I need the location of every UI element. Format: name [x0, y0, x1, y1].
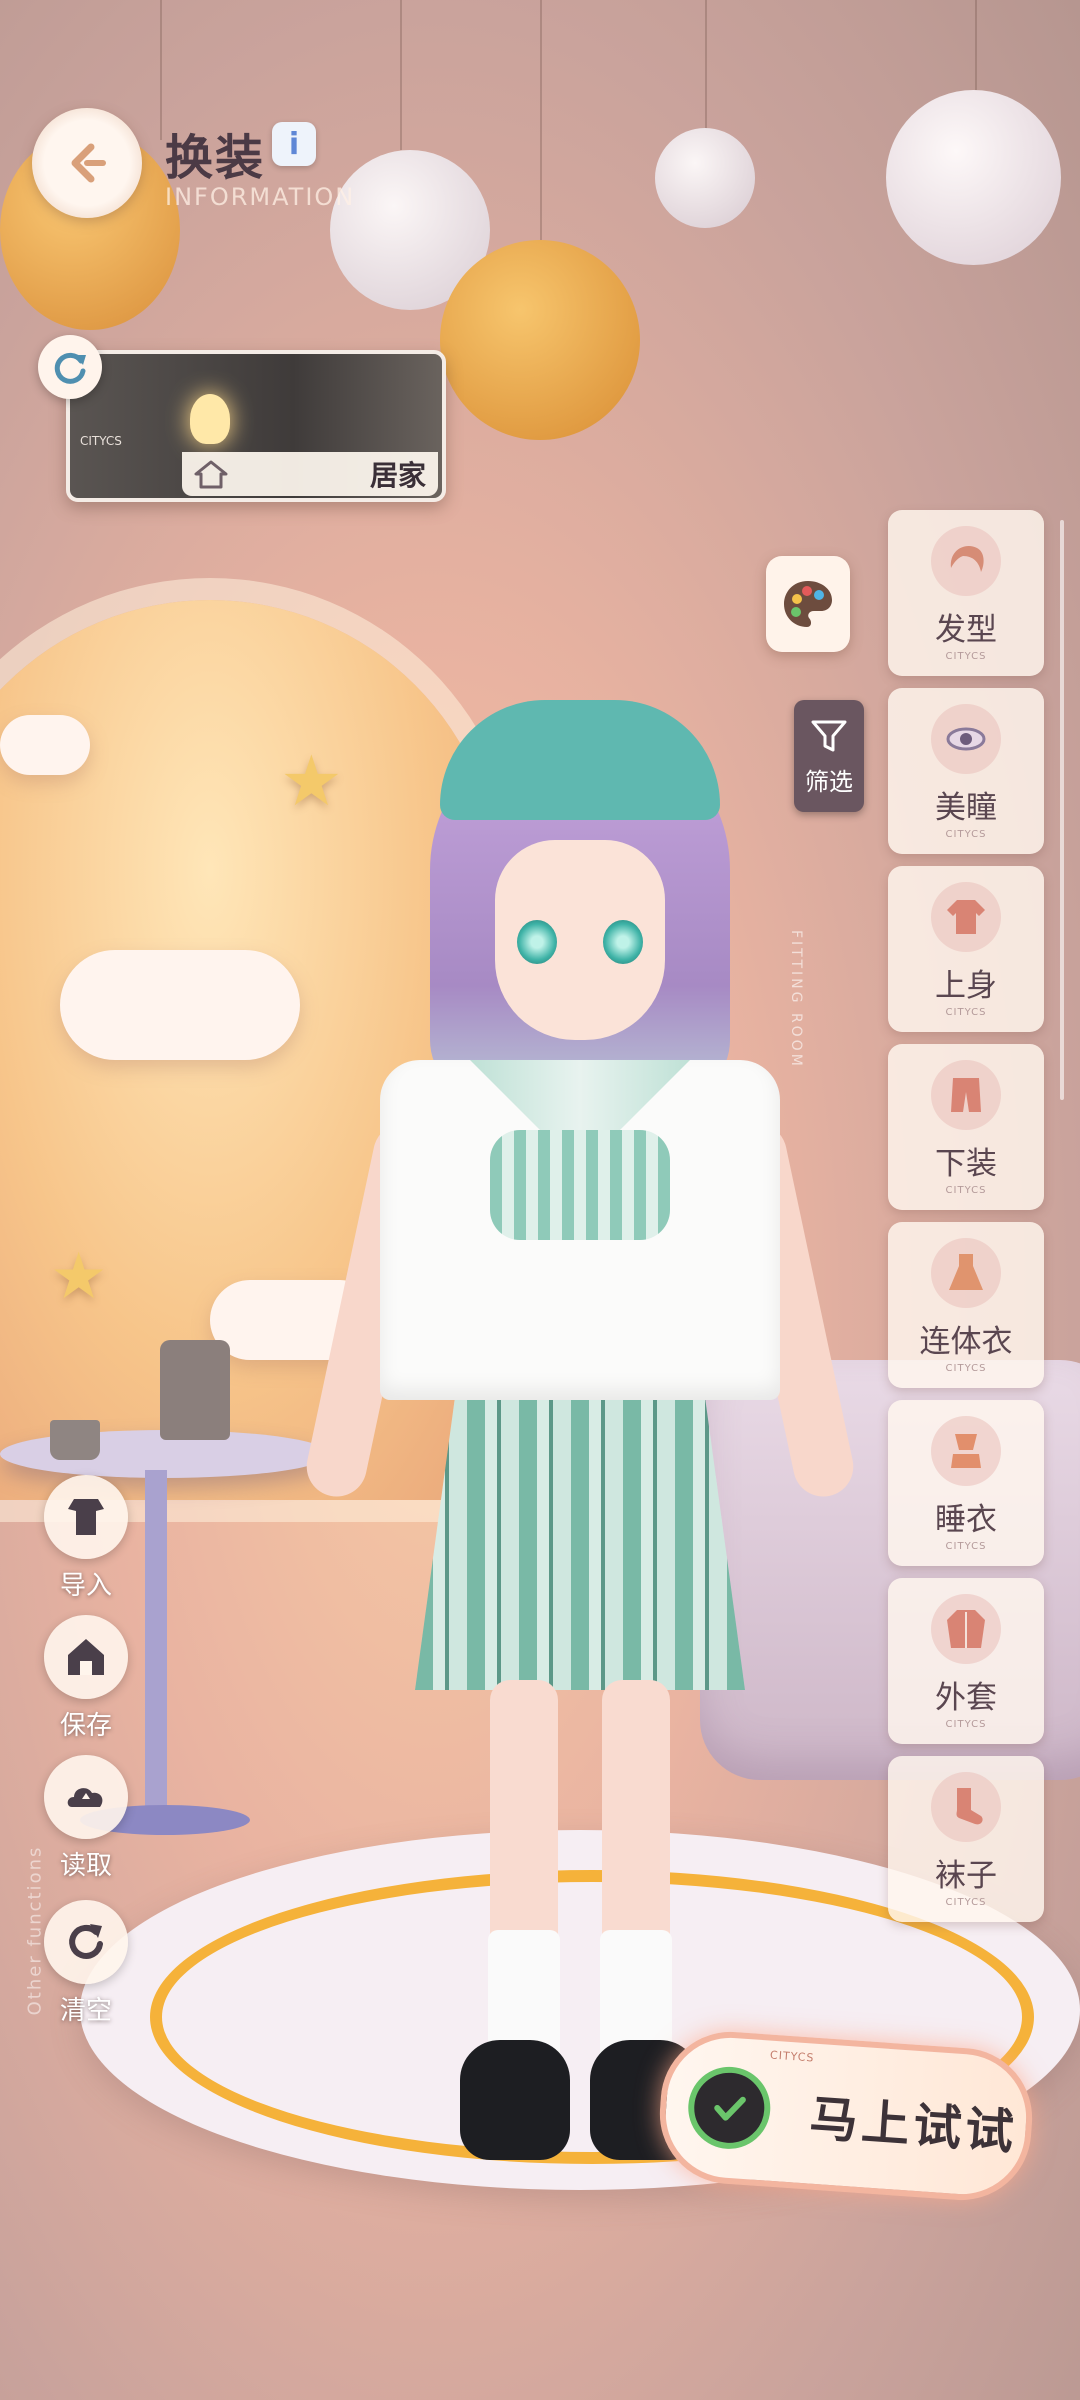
shirt-icon [931, 882, 1001, 952]
side-table-leg [145, 1470, 167, 1830]
load-button[interactable]: 读取 [38, 1755, 134, 1882]
info-icon[interactable]: i [272, 122, 316, 166]
save-button[interactable]: 保存 [38, 1615, 134, 1742]
category-label: 睡衣 [935, 1502, 997, 1538]
back-button[interactable] [32, 108, 142, 218]
teapot [160, 1340, 230, 1440]
hair-icon [931, 526, 1001, 596]
dress-up-screen: ★ ★ 换装 i INFORMATION CITYCS 居家 筛选 FITTIN… [0, 0, 1080, 2400]
back-arrow-icon [71, 143, 106, 183]
category-sub: CITYCS [945, 1185, 987, 1196]
teacup [50, 1420, 100, 1460]
save-icon [44, 1615, 128, 1699]
character-shoe [460, 2040, 570, 2160]
sock-icon [931, 1772, 1001, 1842]
palette-icon [784, 581, 832, 627]
character-bow [490, 1130, 670, 1240]
page-subtitle: INFORMATION [165, 183, 356, 211]
category-coat[interactable]: 外套 CITYCS [888, 1578, 1044, 1744]
balloon-string [160, 0, 162, 140]
pajamas-icon [931, 1416, 1001, 1486]
import-button[interactable]: 导入 [38, 1475, 134, 1602]
character-face [495, 840, 665, 1040]
category-top[interactable]: 上身 CITYCS [888, 866, 1044, 1032]
category-scrollbar[interactable] [1060, 520, 1064, 1100]
balloon-orange [440, 240, 640, 440]
category-dress[interactable]: 连体衣 CITYCS [888, 1222, 1044, 1388]
balloon-white [655, 128, 755, 228]
cloud-decoration [0, 715, 90, 775]
category-label: 上身 [935, 968, 997, 1004]
clear-icon [44, 1900, 128, 1984]
load-label: 读取 [59, 1851, 112, 1881]
page-title: 换装 [165, 130, 266, 186]
category-socks[interactable]: 袜子 CITYCS [888, 1756, 1044, 1922]
cloud-decoration [60, 950, 300, 1060]
character-eye [603, 920, 643, 964]
import-icon [44, 1475, 128, 1559]
category-eye[interactable]: 美瞳 CITYCS [888, 688, 1044, 854]
fitting-room-vertical-text: FITTING ROOM [788, 930, 804, 1069]
character-skirt [415, 1400, 745, 1690]
filter-button[interactable]: 筛选 [794, 700, 864, 812]
home-icon [194, 460, 228, 489]
color-palette-button[interactable] [766, 556, 850, 652]
balloon-string [400, 0, 402, 150]
category-label: 外套 [935, 1680, 997, 1716]
category-rail: 发型 CITYCS 美瞳 CITYCS 上身 CITYCS 下装 CITYCS [880, 500, 1060, 1940]
clear-label: 清空 [59, 1996, 112, 2026]
scene-tag: CITYCS [80, 434, 122, 448]
star-decoration: ★ [50, 1240, 108, 1314]
import-label: 导入 [59, 1571, 112, 1601]
scene-name: 居家 [369, 459, 426, 492]
category-pajamas[interactable]: 睡衣 CITYCS [888, 1400, 1044, 1566]
coat-icon [931, 1594, 1001, 1664]
category-sub: CITYCS [945, 1007, 987, 1018]
balloon-string [705, 0, 707, 130]
dress-icon [931, 1238, 1001, 1308]
refresh-icon [54, 352, 86, 384]
balloon-string [975, 0, 977, 90]
refresh-scene-button[interactable] [38, 335, 102, 399]
category-hair[interactable]: 发型 CITYCS [888, 510, 1044, 676]
category-label: 美瞳 [935, 790, 997, 826]
category-sub: CITYCS [945, 1897, 987, 1908]
category-sub: CITYCS [945, 829, 987, 840]
category-sub: CITYCS [945, 1363, 987, 1374]
category-label: 下装 [935, 1146, 997, 1182]
save-label: 保存 [59, 1711, 112, 1741]
load-icon [44, 1755, 128, 1839]
avatar-character[interactable] [301, 700, 860, 2200]
balloon-white [886, 90, 1061, 265]
category-bottom[interactable]: 下装 CITYCS [888, 1044, 1044, 1210]
eye-icon [931, 704, 1001, 774]
category-sub: CITYCS [945, 651, 987, 662]
scene-name-bar[interactable]: 居家 [182, 452, 438, 496]
category-sub: CITYCS [945, 1719, 987, 1730]
filter-label: 筛选 [805, 767, 853, 796]
balloon-string [540, 0, 542, 240]
clear-button[interactable]: 清空 [38, 1900, 134, 2027]
category-label: 连体衣 [919, 1324, 1013, 1360]
other-functions-vertical-text: Other functions [24, 1845, 46, 2016]
try-now-button[interactable]: 马上试试 [655, 2027, 1037, 2205]
try-now-label: 马上试试 [807, 2090, 1020, 2161]
pants-icon [931, 1060, 1001, 1130]
character-beanie [440, 700, 720, 820]
category-label: 发型 [935, 612, 997, 648]
category-label: 袜子 [935, 1858, 997, 1894]
scene-lamp [190, 394, 230, 444]
character-eye [517, 920, 557, 964]
category-sub: CITYCS [945, 1541, 987, 1552]
check-icon [685, 2064, 774, 2152]
filter-icon [811, 720, 847, 751]
